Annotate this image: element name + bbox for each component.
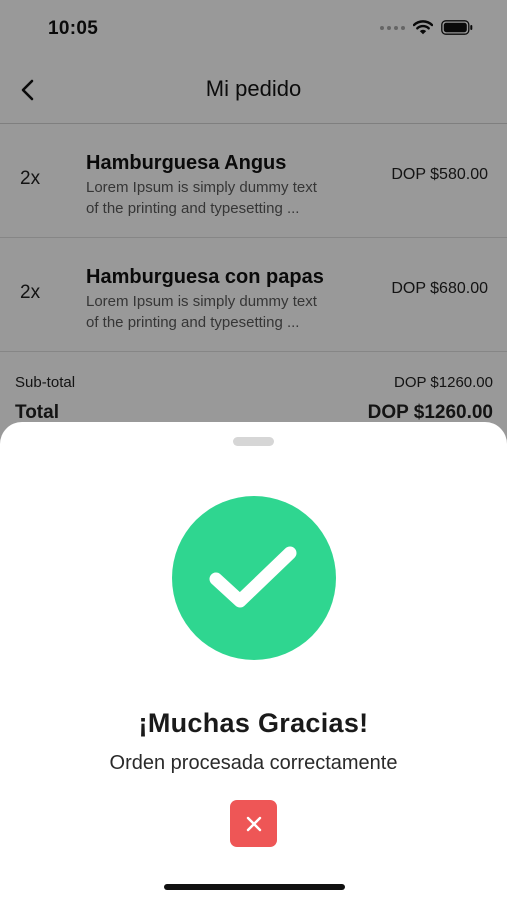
- close-button[interactable]: [230, 800, 277, 847]
- sheet-drag-handle[interactable]: [233, 437, 274, 446]
- success-bottom-sheet: ¡Muchas Gracias! Orden procesada correct…: [0, 422, 507, 900]
- success-subtitle: Orden procesada correctamente: [109, 752, 398, 774]
- close-icon: [246, 816, 261, 831]
- success-title: ¡Muchas Gracias!: [138, 708, 369, 738]
- success-badge: [172, 496, 336, 660]
- check-icon: [209, 546, 297, 608]
- home-indicator[interactable]: [164, 884, 345, 890]
